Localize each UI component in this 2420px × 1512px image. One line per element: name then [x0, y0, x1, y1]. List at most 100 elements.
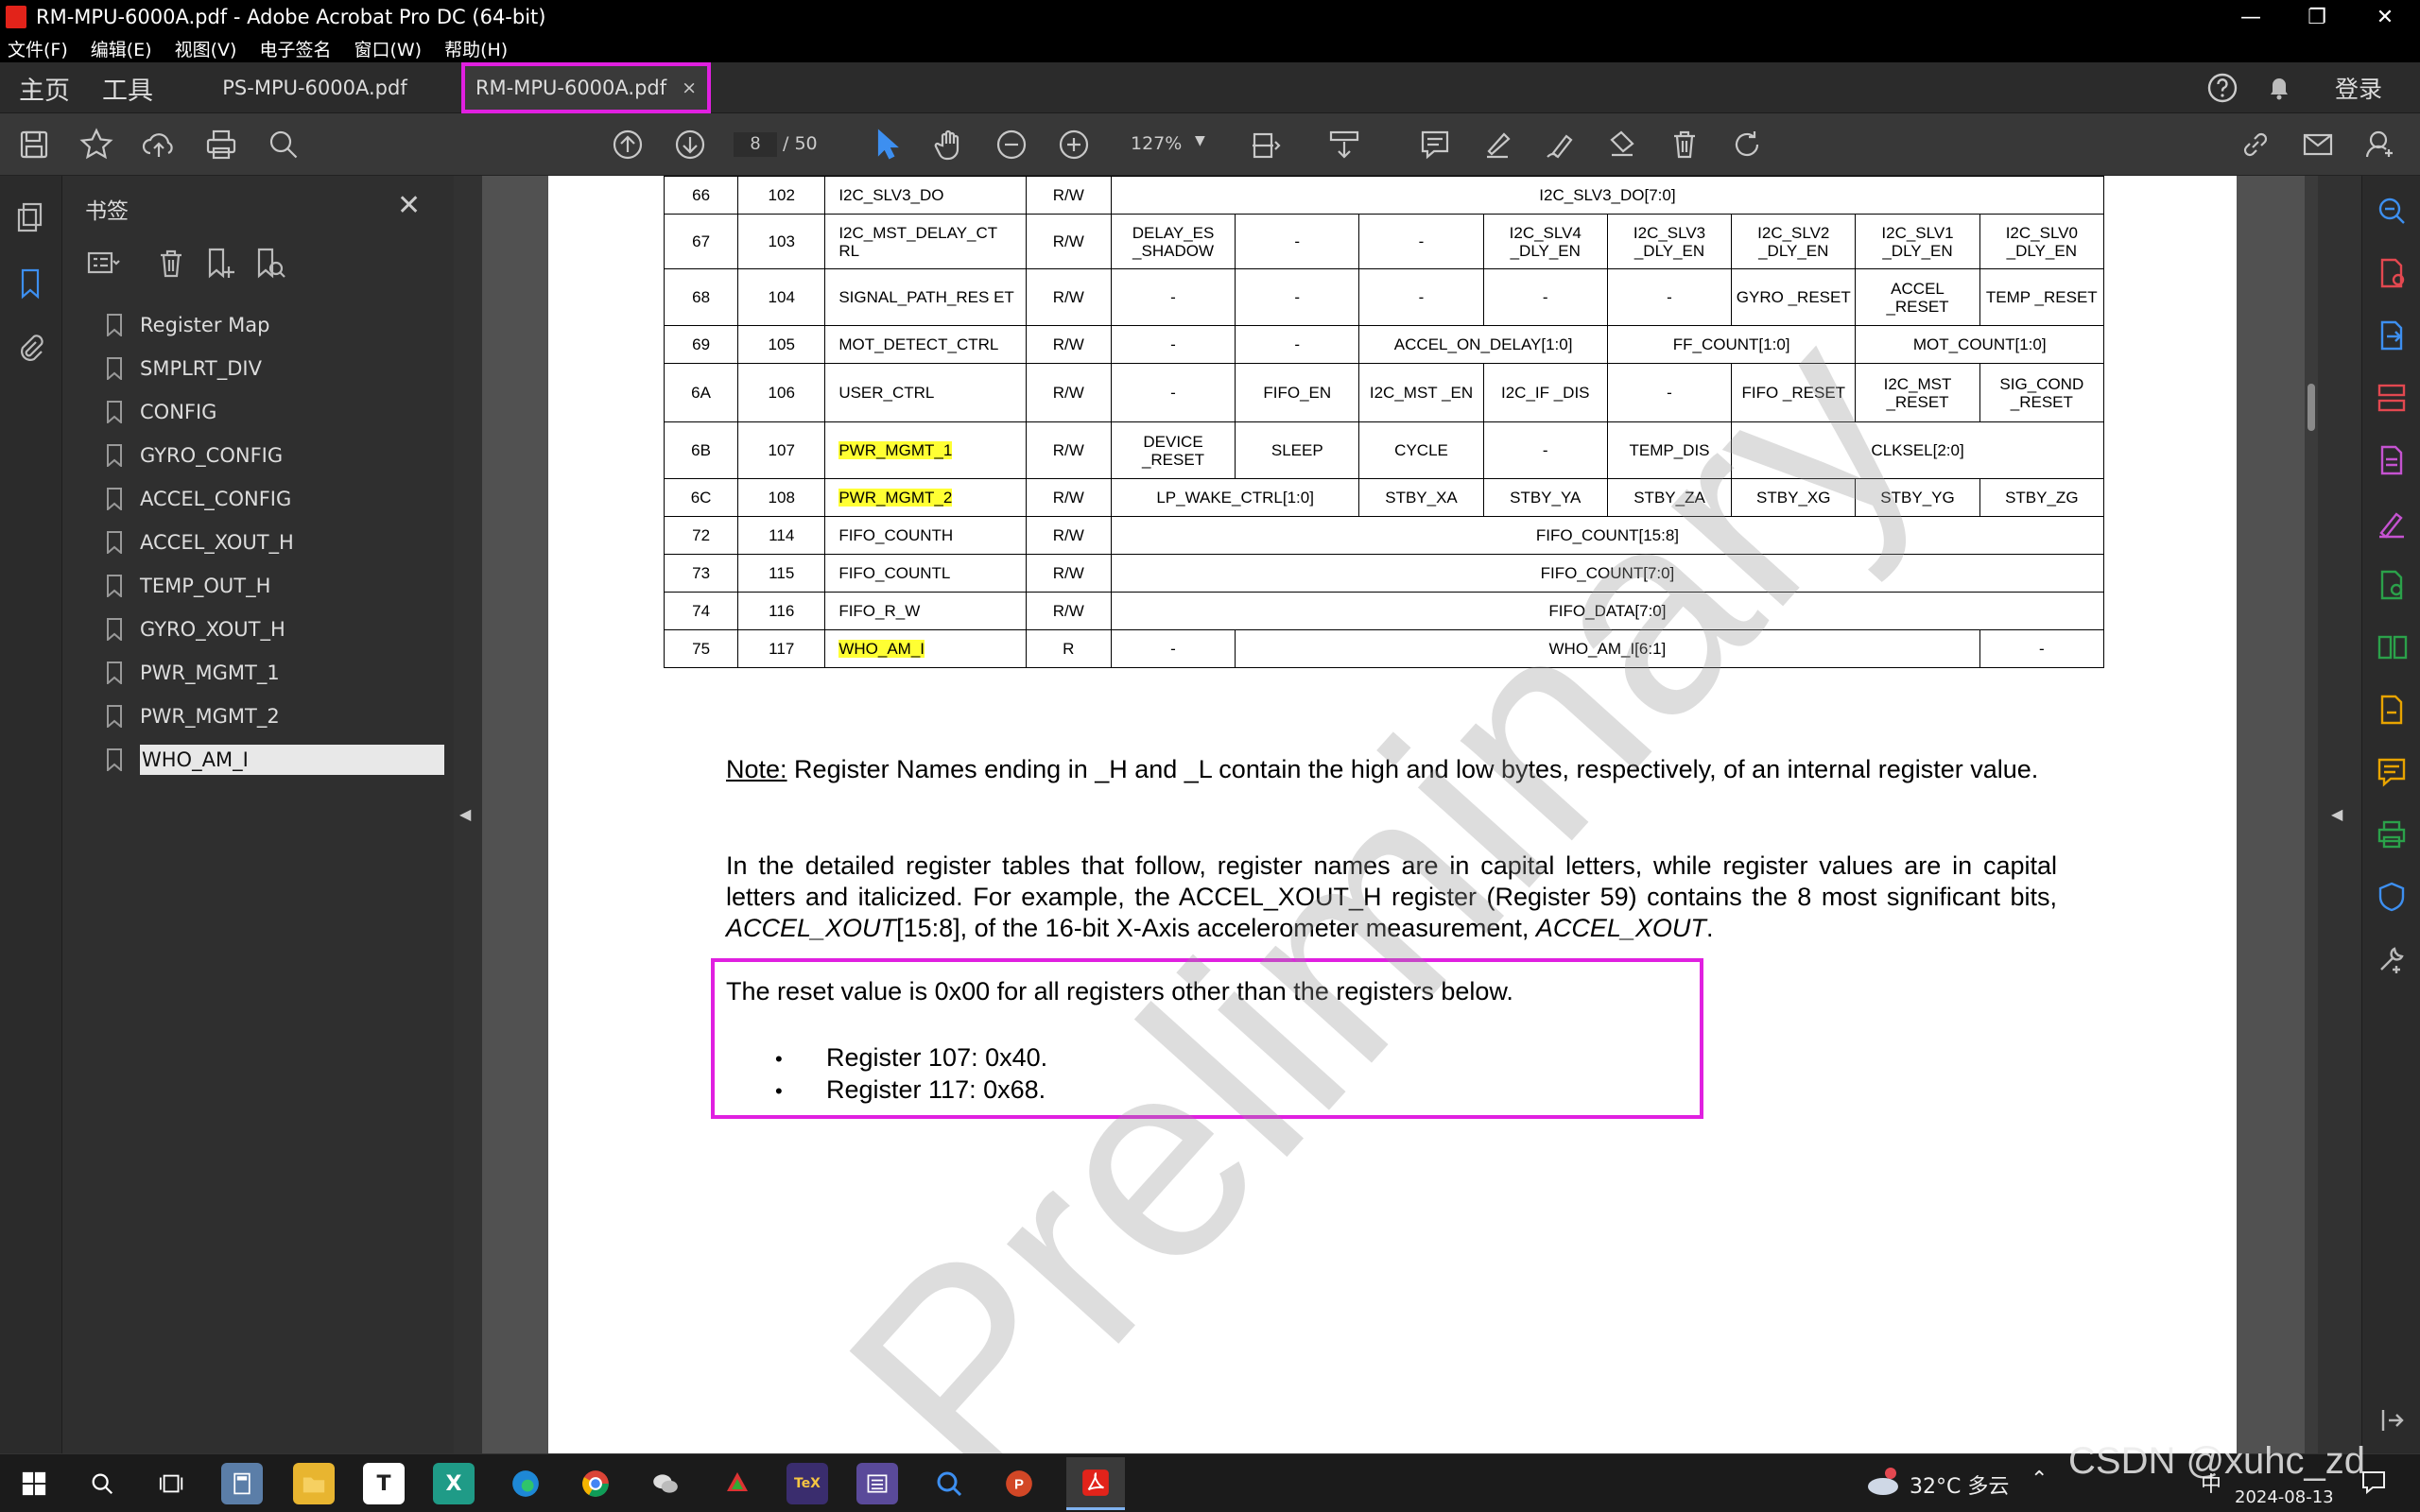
edge-browser-icon[interactable]	[505, 1463, 546, 1504]
bookmark-item[interactable]: PWR_MGMT_2	[106, 697, 446, 735]
menu-file[interactable]: 文件(F)	[8, 36, 68, 61]
tray-chevron-icon[interactable]: ⌃	[2031, 1468, 2048, 1491]
stamp-icon[interactable]	[1601, 124, 1643, 165]
bookmark-item[interactable]: SMPLRT_DIV	[106, 350, 446, 387]
weather-cloud-icon[interactable]	[1864, 1466, 1902, 1500]
previous-page-icon[interactable]	[607, 124, 648, 165]
export-pdf-icon[interactable]	[2376, 319, 2410, 353]
find-bookmark-icon[interactable]	[251, 246, 287, 282]
delete-icon[interactable]	[1664, 124, 1705, 165]
tab-document-ps[interactable]: PS-MPU-6000A.pdf	[189, 62, 441, 113]
zoom-dropdown-chevron-icon[interactable]: ▼	[1195, 133, 1205, 148]
latex-app-icon[interactable]: TeX	[786, 1463, 828, 1504]
bookmark-item[interactable]: CONFIG	[106, 393, 446, 431]
request-signature-icon[interactable]	[2376, 569, 2410, 603]
print-icon[interactable]	[200, 124, 242, 165]
menu-view[interactable]: 视图(V)	[175, 36, 237, 61]
signin-button[interactable]: 登录	[2335, 62, 2382, 113]
acrobat-taskbar-icon[interactable]	[1066, 1457, 1125, 1510]
bookmark-item[interactable]: GYRO_XOUT_H	[106, 610, 446, 648]
tab-close-icon[interactable]: ×	[682, 77, 697, 98]
cloud-upload-icon[interactable]	[138, 124, 180, 165]
xmind-app-icon[interactable]: X	[433, 1463, 475, 1504]
draw-sign-icon[interactable]	[1539, 124, 1581, 165]
save-icon[interactable]	[13, 124, 55, 165]
highlight-pen-icon[interactable]	[1477, 124, 1518, 165]
next-page-icon[interactable]	[669, 124, 711, 165]
edit-pdf-icon[interactable]	[2376, 444, 2410, 478]
bookmark-item[interactable]: TEMP_OUT_H	[106, 567, 446, 605]
bookmark-item-selected[interactable]: WHO_AM_I	[106, 741, 446, 779]
combine-files-icon[interactable]	[2376, 694, 2410, 728]
menu-edit[interactable]: 编辑(E)	[91, 36, 152, 61]
page-number-input[interactable]	[734, 132, 777, 157]
xmind-alt-app-icon[interactable]	[717, 1463, 758, 1504]
tab-tools[interactable]: 工具	[102, 62, 153, 113]
file-explorer-icon[interactable]	[293, 1463, 335, 1504]
search-icon[interactable]	[263, 124, 304, 165]
powerpoint-app-icon[interactable]: P	[998, 1463, 1040, 1504]
comment-icon[interactable]	[1414, 124, 1456, 165]
zoom-level[interactable]: 127%	[1131, 133, 1182, 154]
bookmark-item[interactable]: PWR_MGMT_1	[106, 654, 446, 692]
help-icon[interactable]	[2206, 72, 2238, 104]
bookmark-options-icon[interactable]	[85, 246, 121, 282]
menu-help[interactable]: 帮助(H)	[444, 36, 508, 61]
print-production-icon[interactable]	[2376, 818, 2410, 852]
attachments-icon[interactable]	[13, 331, 47, 365]
scroll-mode-icon[interactable]	[1323, 124, 1365, 165]
document-view[interactable]: 66 102 I2C_SLV3_DO R/W I2C_SLV3_DO[7:0] …	[482, 176, 2316, 1453]
wechat-app-icon[interactable]	[645, 1463, 686, 1504]
bookmark-item[interactable]: Register Map	[106, 306, 446, 344]
minimize-button[interactable]: —	[2218, 0, 2284, 34]
new-bookmark-icon[interactable]	[202, 246, 238, 282]
share-link-icon[interactable]	[2235, 124, 2276, 165]
collapse-left-panel-icon[interactable]: ◀	[459, 805, 471, 823]
zoom-in-icon[interactable]	[1053, 124, 1095, 165]
task-view-icon[interactable]	[151, 1463, 193, 1504]
page-thumbnails-icon[interactable]	[13, 200, 47, 234]
user-share-icon[interactable]	[2360, 124, 2401, 165]
compare-files-icon[interactable]	[2376, 631, 2410, 665]
bookmark-item[interactable]: ACCEL_CONFIG	[106, 480, 446, 518]
weather-text[interactable]: 32°C 多云	[1910, 1469, 2009, 1500]
restore-button[interactable]: ❐	[2284, 0, 2350, 34]
organize-pages-icon[interactable]	[2376, 382, 2410, 416]
menu-window[interactable]: 窗口(W)	[354, 36, 422, 61]
bookmark-item[interactable]: ACCEL_XOUT_H	[106, 524, 446, 561]
search-app-icon[interactable]	[928, 1463, 970, 1504]
document-scrollbar[interactable]	[2305, 176, 2318, 1453]
taskbar-search-icon[interactable]	[81, 1463, 123, 1504]
comment-tool-icon[interactable]	[2376, 756, 2410, 790]
collapse-right-panel-icon[interactable]: ◀	[2331, 805, 2342, 823]
notification-bell-icon[interactable]	[2263, 72, 2295, 104]
protect-icon[interactable]	[2376, 881, 2410, 915]
taskbar-date[interactable]: 2024-08-13	[2235, 1487, 2334, 1507]
collapse-tools-icon[interactable]	[2376, 1404, 2410, 1438]
keil-app-icon[interactable]	[856, 1463, 898, 1504]
menu-esign[interactable]: 电子签名	[259, 36, 331, 61]
hand-tool-icon[interactable]	[928, 124, 970, 165]
bookmarks-panel-icon[interactable]	[13, 266, 47, 301]
page-fit-icon[interactable]	[1246, 124, 1288, 165]
zoom-out-icon[interactable]	[991, 124, 1032, 165]
select-cursor-icon[interactable]	[866, 124, 908, 165]
email-icon[interactable]	[2297, 124, 2339, 165]
scrollbar-thumb[interactable]	[2308, 384, 2315, 431]
more-tools-icon[interactable]	[2376, 943, 2410, 977]
delete-bookmark-icon[interactable]	[153, 246, 189, 282]
tab-home[interactable]: 主页	[19, 62, 70, 113]
close-panel-icon[interactable]: ✕	[397, 189, 421, 222]
tab-document-rm[interactable]: RM-MPU-6000A.pdf ×	[461, 62, 711, 113]
bookmark-item[interactable]: GYRO_CONFIG	[106, 437, 446, 474]
rotate-icon[interactable]	[1726, 124, 1768, 165]
enhance-scan-icon[interactable]	[2376, 195, 2410, 229]
bookmark-star-icon[interactable]	[76, 124, 117, 165]
typora-app-icon[interactable]: T	[363, 1463, 405, 1504]
chrome-browser-icon[interactable]	[575, 1463, 616, 1504]
create-pdf-icon[interactable]	[2376, 257, 2410, 291]
calculator-app-icon[interactable]	[221, 1463, 263, 1504]
close-window-button[interactable]: ✕	[2352, 0, 2418, 34]
fill-sign-icon[interactable]	[2376, 507, 2410, 541]
windows-start-icon[interactable]	[13, 1463, 55, 1504]
